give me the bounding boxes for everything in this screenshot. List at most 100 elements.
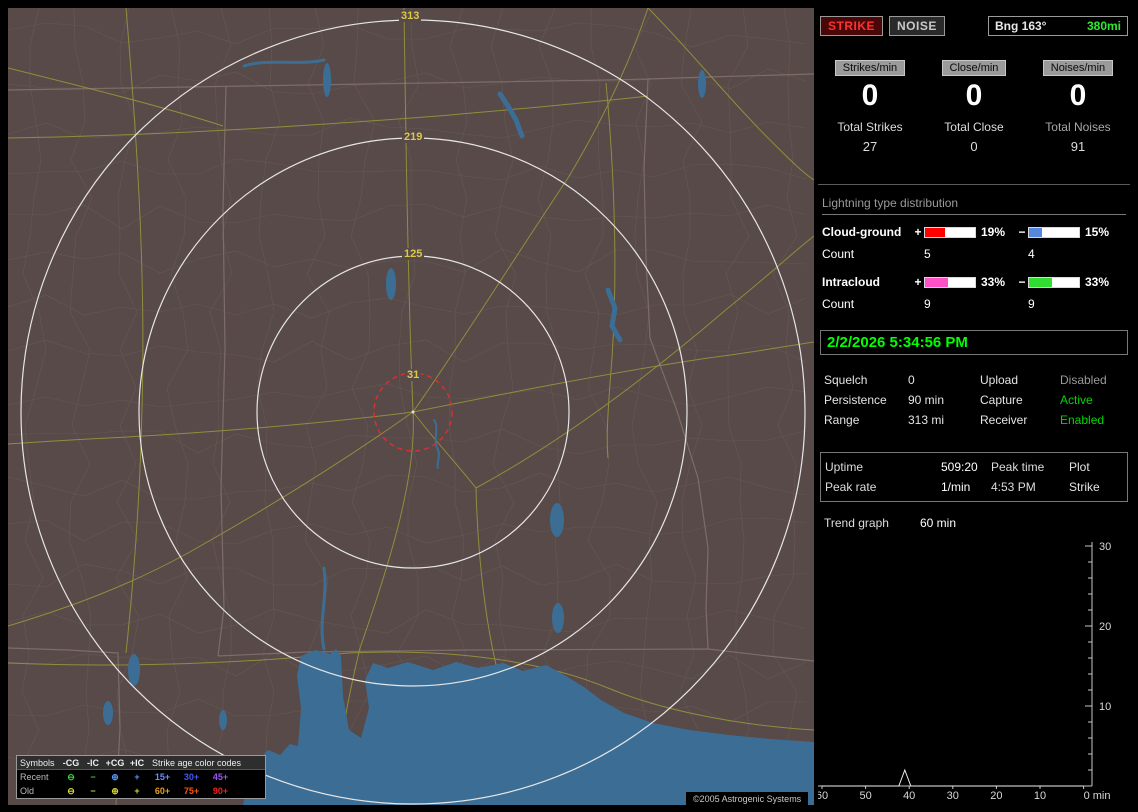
- trend-graph-label: Trend graph: [824, 516, 889, 530]
- range-ring-label-31: 31: [405, 369, 422, 381]
- distribution-title: Lightning type distribution: [822, 196, 1126, 215]
- lightning-distribution: Lightning type distribution Cloud-ground…: [822, 196, 1126, 311]
- strikes-per-min-value: 0: [861, 79, 879, 112]
- ic-positive-gauge: [924, 276, 976, 288]
- legend-row-label: Recent: [20, 772, 49, 782]
- minus-sign: −: [1018, 275, 1026, 289]
- squelch-label: Squelch: [824, 373, 868, 387]
- bearing-distance: 380mi: [1086, 19, 1121, 33]
- recent-pos-cg-symbol: ⊕: [111, 771, 119, 782]
- range-ring-label-125: 125: [402, 248, 425, 260]
- trend-graph-window: 60 min: [920, 516, 957, 530]
- strikes-per-min-chip[interactable]: Strikes/min: [834, 60, 906, 76]
- noise-mode-button[interactable]: NOISE: [889, 16, 945, 36]
- recent-neg-cg-symbol: ⊖: [67, 771, 75, 782]
- legend-col-neg-cg: -CG: [62, 757, 80, 768]
- plot-label: Plot: [1069, 460, 1090, 474]
- date-time-display: 2/2/2026 5:34:56 PM: [820, 330, 1128, 355]
- svg-text:40: 40: [903, 790, 915, 802]
- y-axis-labels: 30 20 10: [1099, 541, 1111, 713]
- uptime-label: Uptime: [825, 460, 864, 474]
- copyright-notice: ©2005 Astrogenic Systems: [686, 792, 809, 806]
- cloud-ground-label: Cloud-ground: [822, 225, 902, 239]
- svg-text:60: 60: [818, 790, 828, 802]
- old-pos-cg-symbol: ⊕: [111, 785, 119, 796]
- svg-text:20: 20: [990, 790, 1002, 802]
- legend-age-header: Strike age color codes: [152, 757, 242, 768]
- ic-negative-count: 9: [1028, 297, 1035, 311]
- legend-col-pos-ic: +IC: [129, 757, 145, 768]
- counter-noises: Noises/min 0 Total Noises 91: [1026, 60, 1130, 154]
- uptime-value: 509:20: [941, 460, 978, 474]
- mode-toolbar: STRIKE NOISE Bng 163° 380mi: [820, 16, 1128, 36]
- bearing-readout: Bng 163° 380mi: [988, 16, 1128, 36]
- counter-strikes: Strikes/min 0 Total Strikes 27: [818, 60, 922, 154]
- plus-sign: +: [914, 225, 922, 239]
- count-label: Count: [822, 247, 855, 261]
- total-strikes-label: Total Strikes: [837, 120, 903, 134]
- age-code-90: 90+: [212, 786, 229, 796]
- minus-sign: −: [1018, 225, 1026, 239]
- total-noises-value: 91: [1070, 139, 1086, 154]
- cg-negative-pct: 15%: [1085, 225, 1110, 239]
- count-label: Count: [822, 297, 855, 311]
- receiver-location-marker: [411, 410, 415, 414]
- peak-time-value: 4:53 PM: [991, 480, 1036, 494]
- trend-graph-header: Trend graph 60 min: [824, 516, 956, 530]
- legend-col-pos-cg: +CG: [105, 757, 125, 768]
- close-per-min-chip[interactable]: Close/min: [941, 60, 1007, 76]
- old-neg-cg-symbol: ⊖: [67, 785, 75, 796]
- ic-negative-gauge: [1028, 276, 1080, 288]
- upload-status: Disabled: [1060, 373, 1107, 387]
- trend-graph: 30 20 10 60 50 40 30 20 10 0 min: [818, 541, 1111, 802]
- x-axis-labels: 60 50 40 30 20 10 0 min: [818, 790, 1111, 802]
- cg-positive-count: 5: [924, 247, 931, 261]
- total-close-label: Total Close: [944, 120, 1004, 134]
- noises-per-min-chip[interactable]: Noises/min: [1042, 60, 1114, 76]
- cg-negative-gauge: [1028, 226, 1080, 238]
- svg-text:10: 10: [1099, 701, 1111, 713]
- receiver-status: Enabled: [1060, 413, 1105, 427]
- range-label: Range: [824, 413, 860, 427]
- persistence-value: 90 min: [908, 393, 945, 407]
- uptime-stats-box: Uptime 509:20 Peak time Plot Peak rate 1…: [820, 452, 1128, 502]
- cg-count-row: Count 5 4: [822, 247, 1126, 261]
- close-per-min-value: 0: [965, 79, 983, 112]
- strike-mode-button[interactable]: STRIKE: [820, 16, 884, 36]
- lightning-map[interactable]: 313 219 125 31 Symbols -CG -IC +CG +IC S…: [8, 8, 814, 805]
- legend-row-label: Old: [20, 786, 35, 796]
- bearing-value: Bng 163°: [995, 19, 1047, 33]
- total-noises-label: Total Noises: [1045, 120, 1111, 134]
- ic-count-row: Count 9 9: [822, 297, 1126, 311]
- capture-label: Capture: [980, 393, 1023, 407]
- settings-row: Squelch 0 Upload Disabled: [824, 370, 1128, 390]
- cg-positive-gauge: [924, 226, 976, 238]
- intracloud-label: Intracloud: [822, 275, 881, 289]
- distribution-row-cloud-ground: Cloud-ground + 19% − 15%: [822, 225, 1126, 239]
- squelch-value: 0: [908, 373, 915, 387]
- cg-positive-pct: 19%: [981, 225, 1006, 239]
- noises-per-min-value: 0: [1069, 79, 1087, 112]
- plus-sign: +: [914, 275, 922, 289]
- rate-counters: Strikes/min 0 Total Strikes 27 Close/min…: [818, 60, 1130, 154]
- stats-row: Uptime 509:20 Peak time Plot: [825, 457, 1123, 477]
- ic-negative-pct: 33%: [1085, 275, 1110, 289]
- map-canvas: [8, 8, 814, 805]
- legend-col-neg-ic: -IC: [87, 757, 99, 768]
- svg-text:0 min: 0 min: [1084, 790, 1111, 802]
- map-legend: Symbols -CG -IC +CG +IC Strike age color…: [16, 755, 266, 799]
- age-code-30: 30+: [183, 772, 200, 782]
- legend-row-recent: Recent ⊖ − ⊕ + 15+ 30+ 45+: [17, 770, 265, 784]
- recent-pos-ic-symbol: +: [134, 772, 140, 782]
- cg-negative-count: 4: [1028, 247, 1035, 261]
- range-ring-label-219: 219: [402, 131, 425, 143]
- recent-neg-ic-symbol: −: [90, 772, 96, 782]
- svg-text:30: 30: [947, 790, 959, 802]
- svg-text:30: 30: [1099, 541, 1111, 553]
- peak-time-label: Peak time: [991, 460, 1045, 474]
- y-axis-ticks: [1085, 545, 1092, 787]
- receiver-label: Receiver: [980, 413, 1028, 427]
- peak-rate-value: 1/min: [941, 480, 971, 494]
- upload-label: Upload: [980, 373, 1019, 387]
- settings-row: Persistence 90 min Capture Active: [824, 390, 1128, 410]
